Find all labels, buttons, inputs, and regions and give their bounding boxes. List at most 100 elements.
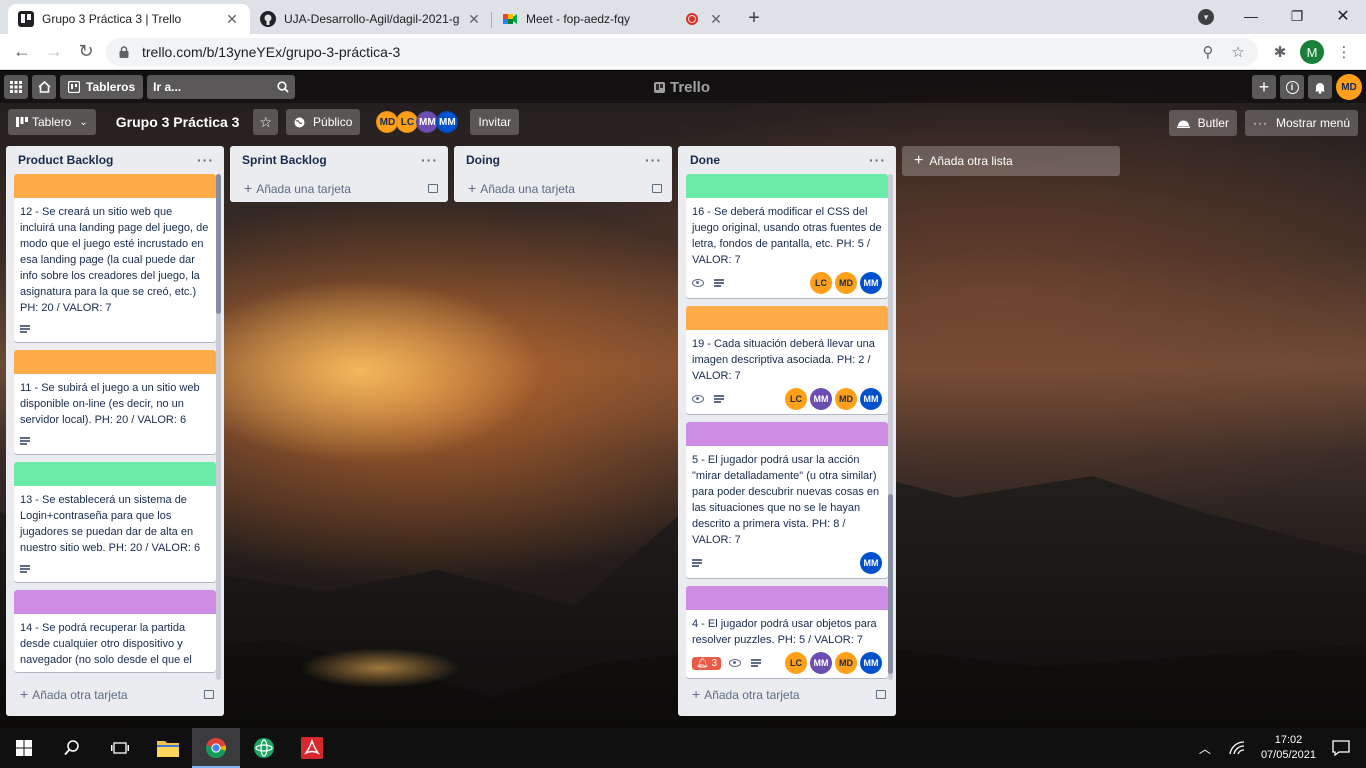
notification-center-icon[interactable] — [1332, 740, 1350, 756]
new-tab-button[interactable]: + — [740, 4, 768, 32]
card-member-avatar[interactable]: MD — [835, 652, 857, 674]
trello-logo[interactable]: Trello — [654, 79, 710, 96]
show-hidden-icons-chevron-up-icon[interactable]: ︿ — [1199, 740, 1211, 757]
reload-button[interactable]: ↻ — [70, 36, 102, 68]
acrobat-taskbar-button[interactable] — [288, 728, 336, 768]
list-title[interactable]: Product Backlog — [18, 153, 113, 167]
member-avatar[interactable]: MM — [436, 111, 459, 133]
forward-button[interactable]: → — [38, 36, 70, 68]
card[interactable]: 14 - Se podrá recuperar la partida desde… — [14, 590, 216, 672]
browser-tab-trello[interactable]: Grupo 3 Práctica 3 | Trello ✕ — [8, 4, 250, 34]
list-title[interactable]: Sprint Backlog — [242, 153, 327, 167]
add-card-button[interactable]: + Añada una tarjeta — [230, 174, 448, 202]
show-menu-button[interactable]: ··· Mostrar menú — [1244, 110, 1358, 136]
card-member-avatar[interactable]: MM — [860, 552, 882, 574]
card-template-icon[interactable] — [652, 183, 662, 193]
list-scrollbar[interactable] — [888, 174, 893, 680]
app-taskbar-button[interactable] — [240, 728, 288, 768]
chrome-taskbar-button[interactable] — [192, 728, 240, 768]
board-view-switcher[interactable]: Tablero ⌄ — [8, 109, 96, 135]
invite-button[interactable]: Invitar — [470, 109, 520, 135]
list-header[interactable]: Doing ··· — [454, 146, 672, 174]
board-title[interactable]: Grupo 3 Práctica 3 — [116, 114, 240, 130]
card-member-avatar[interactable]: LC — [785, 652, 807, 674]
boards-button[interactable]: Tableros — [60, 75, 144, 99]
list-scrollbar-thumb[interactable] — [216, 174, 221, 314]
minimize-button[interactable]: — — [1228, 0, 1274, 32]
card-cover — [14, 462, 216, 486]
card[interactable]: 13 - Se establecerá un sistema de Login+… — [14, 462, 216, 582]
member-avatar[interactable]: MM — [416, 111, 439, 133]
list-menu-icon[interactable]: ··· — [869, 152, 886, 168]
list-menu-icon[interactable]: ··· — [421, 152, 438, 168]
bookmark-star-icon[interactable]: ☆ — [1230, 44, 1246, 61]
card-member-avatar[interactable]: MM — [860, 652, 882, 674]
card-template-icon[interactable] — [876, 689, 886, 699]
list-title[interactable]: Done — [690, 153, 720, 167]
board-search-input[interactable]: Ir a... — [147, 75, 296, 99]
butler-button[interactable]: Butler — [1168, 110, 1237, 136]
card-member-avatar[interactable]: MM — [810, 388, 832, 410]
visibility-button[interactable]: Público — [286, 109, 361, 135]
apps-grid-button[interactable] — [4, 75, 28, 99]
list-scrollbar-thumb[interactable] — [888, 494, 893, 674]
add-card-button[interactable]: + Añada una tarjeta — [454, 174, 672, 202]
card-member-avatar[interactable]: LC — [785, 388, 807, 410]
globe-icon — [294, 117, 305, 127]
list-header[interactable]: Sprint Backlog ··· — [230, 146, 448, 174]
card-member-avatar[interactable]: MM — [860, 388, 882, 410]
info-button[interactable]: i — [1280, 75, 1304, 99]
home-button[interactable] — [32, 75, 56, 99]
list-scrollbar[interactable] — [216, 174, 221, 680]
tab-search-icon[interactable]: ▾ — [1198, 9, 1214, 25]
close-tab-icon[interactable]: ✕ — [708, 11, 724, 27]
browser-tab-meet[interactable]: Meet - fop-aedz-fqy ✕ — [492, 4, 734, 34]
create-button[interactable]: + — [1252, 75, 1276, 99]
card-template-icon[interactable] — [428, 183, 438, 193]
card-template-icon[interactable] — [204, 689, 214, 699]
card-member-avatar[interactable]: MD — [835, 272, 857, 294]
card-member-avatar[interactable]: MM — [860, 272, 882, 294]
list-menu-icon[interactable]: ··· — [645, 152, 662, 168]
chrome-menu-icon[interactable]: ⋮ — [1336, 44, 1352, 61]
search-taskbar-button[interactable] — [48, 728, 96, 768]
wifi-icon[interactable] — [1229, 741, 1245, 755]
file-explorer-button[interactable] — [144, 728, 192, 768]
start-button[interactable] — [0, 728, 48, 768]
zoom-icon[interactable]: ⚲ — [1200, 44, 1216, 61]
address-bar[interactable]: trello.com/b/13yneYEx/grupo-3-práctica-3… — [106, 38, 1258, 66]
bell-icon: 🔔︎ — [696, 657, 709, 669]
list-header[interactable]: Product Backlog ··· — [6, 146, 224, 174]
card-member-avatar[interactable]: MD — [835, 388, 857, 410]
star-board-button[interactable]: ☆ — [253, 109, 279, 135]
card[interactable]: 4 - El jugador podrá usar objetos para r… — [686, 586, 888, 678]
close-window-button[interactable]: ✕ — [1320, 0, 1366, 32]
restore-button[interactable]: ❐ — [1274, 0, 1320, 32]
card[interactable]: 12 - Se creará un sitio web que incluirá… — [14, 174, 216, 342]
user-avatar[interactable]: MD — [1336, 74, 1362, 100]
search-placeholder: Ir a... — [153, 80, 182, 94]
profile-avatar[interactable]: M — [1300, 40, 1324, 64]
list-header[interactable]: Done ··· — [678, 146, 896, 174]
member-avatar[interactable]: MD — [376, 111, 399, 133]
card[interactable]: 11 - Se subirá el juego a un sitio web d… — [14, 350, 216, 454]
task-view-button[interactable] — [96, 728, 144, 768]
card[interactable]: 16 - Se deberá modificar el CSS del jueg… — [686, 174, 888, 298]
add-card-button[interactable]: + Añada otra tarjeta — [678, 680, 896, 708]
notifications-button[interactable] — [1308, 75, 1332, 99]
card-member-avatar[interactable]: LC — [810, 272, 832, 294]
close-tab-icon[interactable]: ✕ — [466, 11, 482, 27]
close-tab-icon[interactable]: ✕ — [224, 11, 240, 27]
taskbar-clock[interactable]: 17:02 07/05/2021 — [1261, 733, 1316, 763]
card[interactable]: 19 - Cada situación deberá llevar una im… — [686, 306, 888, 414]
back-button[interactable]: ← — [6, 36, 38, 68]
add-card-button[interactable]: + Añada otra tarjeta — [6, 680, 224, 708]
extensions-puzzle-icon[interactable]: ✱ — [1272, 44, 1288, 61]
browser-tab-github[interactable]: UJA-Desarrollo-Agil/dagil-2021-g ✕ — [250, 4, 492, 34]
card-member-avatar[interactable]: MM — [810, 652, 832, 674]
list-menu-icon[interactable]: ··· — [197, 152, 214, 168]
add-list-button[interactable]: + Añada otra lista — [902, 146, 1120, 176]
list-title[interactable]: Doing — [466, 153, 500, 167]
card[interactable]: 5 - El jugador podrá usar la acción "mir… — [686, 422, 888, 578]
member-avatar[interactable]: LC — [396, 111, 419, 133]
